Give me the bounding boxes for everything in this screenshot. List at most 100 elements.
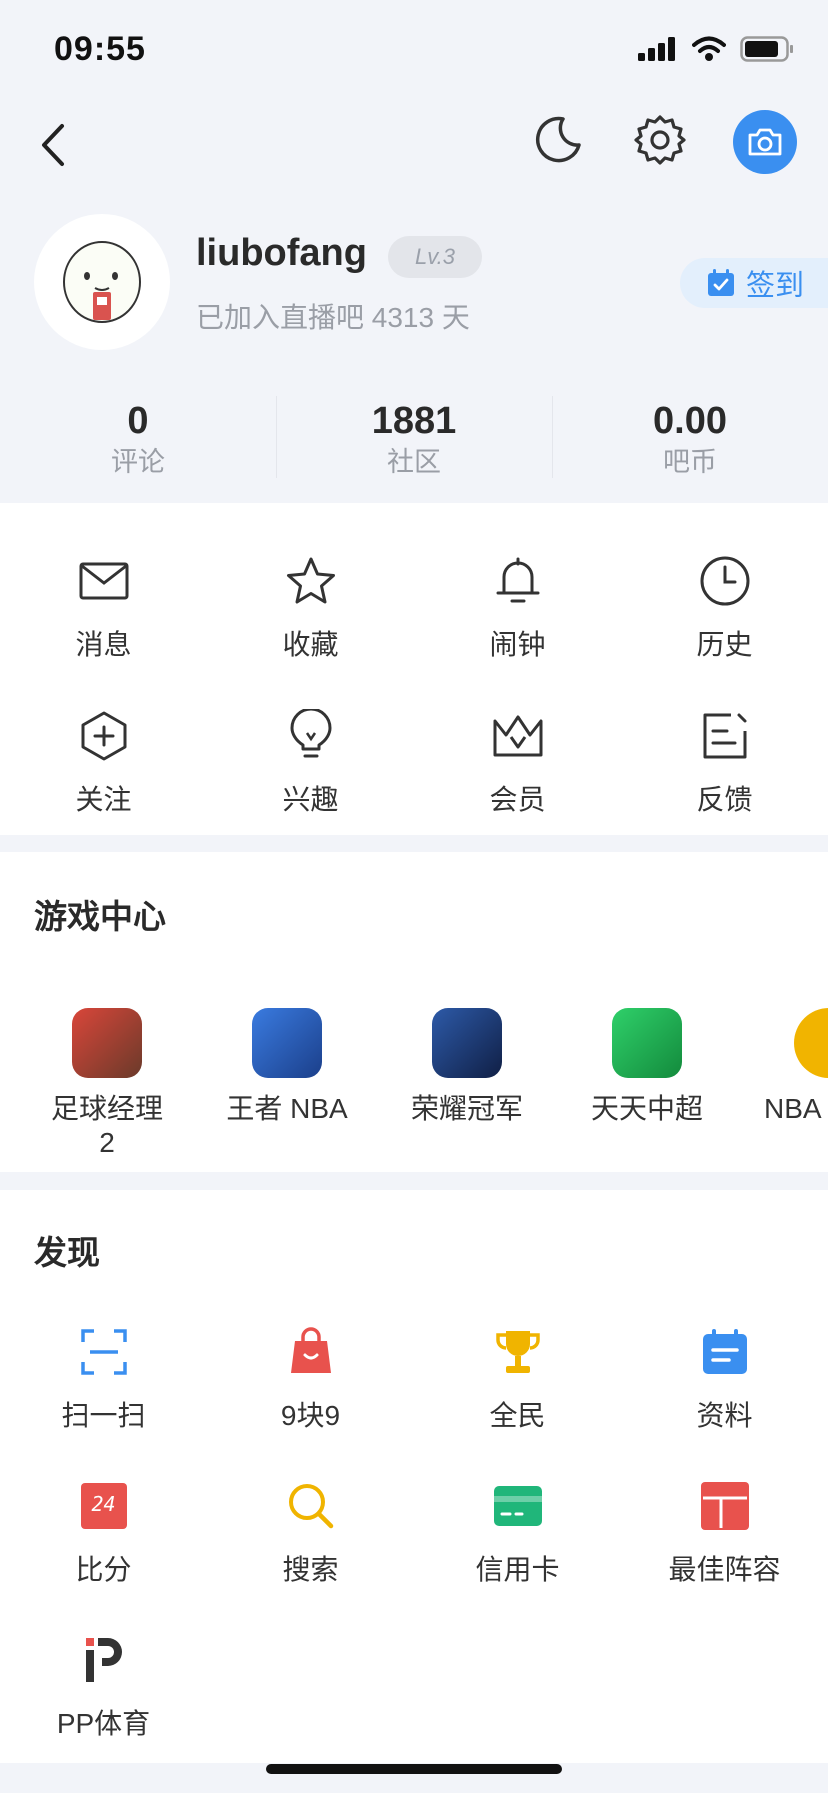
menu-label: 关注 <box>75 784 132 815</box>
game-label: 足球经理 2 <box>50 1093 163 1158</box>
menu-item-messages[interactable]: 消息 <box>0 553 207 663</box>
menu-label: 闹钟 <box>489 629 546 660</box>
checkin-label: 签到 <box>746 270 805 302</box>
stat-value: 0 <box>127 400 149 442</box>
menu-label: 反馈 <box>696 784 753 815</box>
game-icon <box>612 1008 682 1078</box>
game-center-card: 游戏中心 足球经理 2 王者 NBA 荣耀冠军 天天中超 NBA <box>0 852 828 1172</box>
pp-sports-icon <box>85 1638 122 1682</box>
discover-item-scan[interactable]: 扫一扫 <box>0 1324 207 1434</box>
discover-item-9-9[interactable]: 9块9 <box>207 1324 414 1434</box>
stat-label: 社区 <box>387 447 441 477</box>
lineup-icon <box>700 1482 749 1530</box>
menu-card: 消息 收藏 闹钟 历史 关注 兴趣 会员 反馈 <box>0 503 828 835</box>
calendar-icon <box>702 1329 747 1374</box>
discover-label: 9块9 <box>280 1400 341 1431</box>
discover-label: 资料 <box>696 1400 753 1431</box>
bell-icon <box>496 557 539 603</box>
lightbulb-icon <box>290 709 331 758</box>
stat-community[interactable]: 1881 社区 <box>276 398 552 480</box>
gear-icon <box>634 115 686 165</box>
game-label: 王者 NBA <box>226 1093 348 1124</box>
game-item[interactable]: 天天中超 <box>562 1008 732 1126</box>
menu-item-follow[interactable]: 关注 <box>0 708 207 818</box>
hexagon-plus-icon <box>81 711 126 761</box>
menu-item-interests[interactable]: 兴趣 <box>207 708 414 818</box>
checkin-button[interactable]: 签到 <box>680 258 828 308</box>
menu-item-favorites[interactable]: 收藏 <box>207 553 414 663</box>
menu-label: 收藏 <box>282 629 339 660</box>
night-mode-button[interactable] <box>528 110 588 170</box>
discover-label: 搜索 <box>282 1554 339 1585</box>
discover-label: 比分 <box>75 1554 132 1585</box>
discover-item-search[interactable]: 搜索 <box>207 1478 414 1588</box>
stat-value: 0.00 <box>653 400 727 442</box>
menu-item-history[interactable]: 历史 <box>621 553 828 663</box>
signal-icon <box>638 37 675 61</box>
trophy-icon <box>495 1331 540 1373</box>
joined-text: 已加入直播吧 4313 天 <box>196 302 470 333</box>
home-indicator <box>266 1764 562 1774</box>
discover-item-score[interactable]: 24 比分 <box>0 1478 207 1588</box>
discover-item-all[interactable]: 全民 <box>414 1324 621 1434</box>
score-badge: 24 <box>91 1492 116 1516</box>
game-label: 荣耀冠军 <box>410 1093 523 1124</box>
game-label: NBA <box>764 1093 822 1124</box>
stat-value: 1881 <box>371 400 457 442</box>
menu-item-membership[interactable]: 会员 <box>414 708 621 818</box>
shopping-bag-icon <box>290 1327 331 1373</box>
star-icon <box>286 557 335 604</box>
discover-card: 发现 扫一扫 9块9 全民 资料 24 比分 搜索 信用卡 最佳阵容 PP体育 <box>0 1190 828 1763</box>
menu-item-feedback[interactable]: 反馈 <box>621 708 828 818</box>
credit-card-icon <box>493 1486 542 1526</box>
discover-item-pp-sports[interactable]: PP体育 <box>0 1632 207 1742</box>
status-icons <box>638 36 794 62</box>
discover-label: 最佳阵容 <box>668 1554 781 1585</box>
mail-icon <box>79 562 128 600</box>
battery-icon <box>740 36 793 62</box>
game-icon <box>794 1008 828 1078</box>
menu-label: 会员 <box>489 784 546 815</box>
game-item[interactable]: 荣耀冠军 <box>382 1008 552 1126</box>
menu-label: 历史 <box>696 629 753 660</box>
game-icon <box>432 1008 502 1078</box>
menu-label: 消息 <box>75 629 132 660</box>
menu-item-alarm[interactable]: 闹钟 <box>414 553 621 663</box>
crown-icon <box>493 715 542 757</box>
stat-label: 吧币 <box>663 447 717 477</box>
menu-label: 兴趣 <box>282 784 339 815</box>
discover-label: PP体育 <box>56 1708 151 1739</box>
section-title-discover: 发现 <box>34 1234 100 1271</box>
game-item[interactable]: 王者 NBA <box>202 1008 372 1126</box>
stat-coins[interactable]: 0.00 吧币 <box>552 398 828 480</box>
discover-item-data[interactable]: 资料 <box>621 1324 828 1434</box>
wifi-icon <box>692 36 726 61</box>
stat-label: 评论 <box>111 447 165 477</box>
back-button[interactable] <box>34 120 74 170</box>
game-item[interactable]: 足球经理 2 <box>22 1008 192 1160</box>
status-time: 09:55 <box>54 30 146 68</box>
discover-item-best-lineup[interactable]: 最佳阵容 <box>621 1478 828 1588</box>
discover-item-credit-card[interactable]: 信用卡 <box>414 1478 621 1588</box>
game-item[interactable]: NBA <box>742 1008 828 1126</box>
calendar-check-icon <box>708 269 734 296</box>
section-title-game-center: 游戏中心 <box>34 898 166 935</box>
avatar-image <box>63 241 141 323</box>
game-icon <box>252 1008 322 1078</box>
stat-comments[interactable]: 0 评论 <box>0 398 276 480</box>
feedback-icon <box>703 713 746 759</box>
camera-button[interactable] <box>733 110 797 174</box>
chevron-left-icon <box>42 124 64 166</box>
moon-icon <box>535 116 581 163</box>
game-label: 天天中超 <box>590 1093 703 1124</box>
scan-icon <box>80 1329 127 1375</box>
level-badge: Lv.3 <box>388 236 482 278</box>
discover-label: 扫一扫 <box>61 1400 146 1431</box>
settings-button[interactable] <box>630 110 690 170</box>
game-icon <box>72 1008 142 1078</box>
username: liubofang <box>196 232 367 274</box>
discover-label: 全民 <box>489 1400 546 1431</box>
search-icon <box>288 1484 333 1529</box>
clock-icon <box>700 556 749 606</box>
avatar[interactable] <box>34 214 170 350</box>
